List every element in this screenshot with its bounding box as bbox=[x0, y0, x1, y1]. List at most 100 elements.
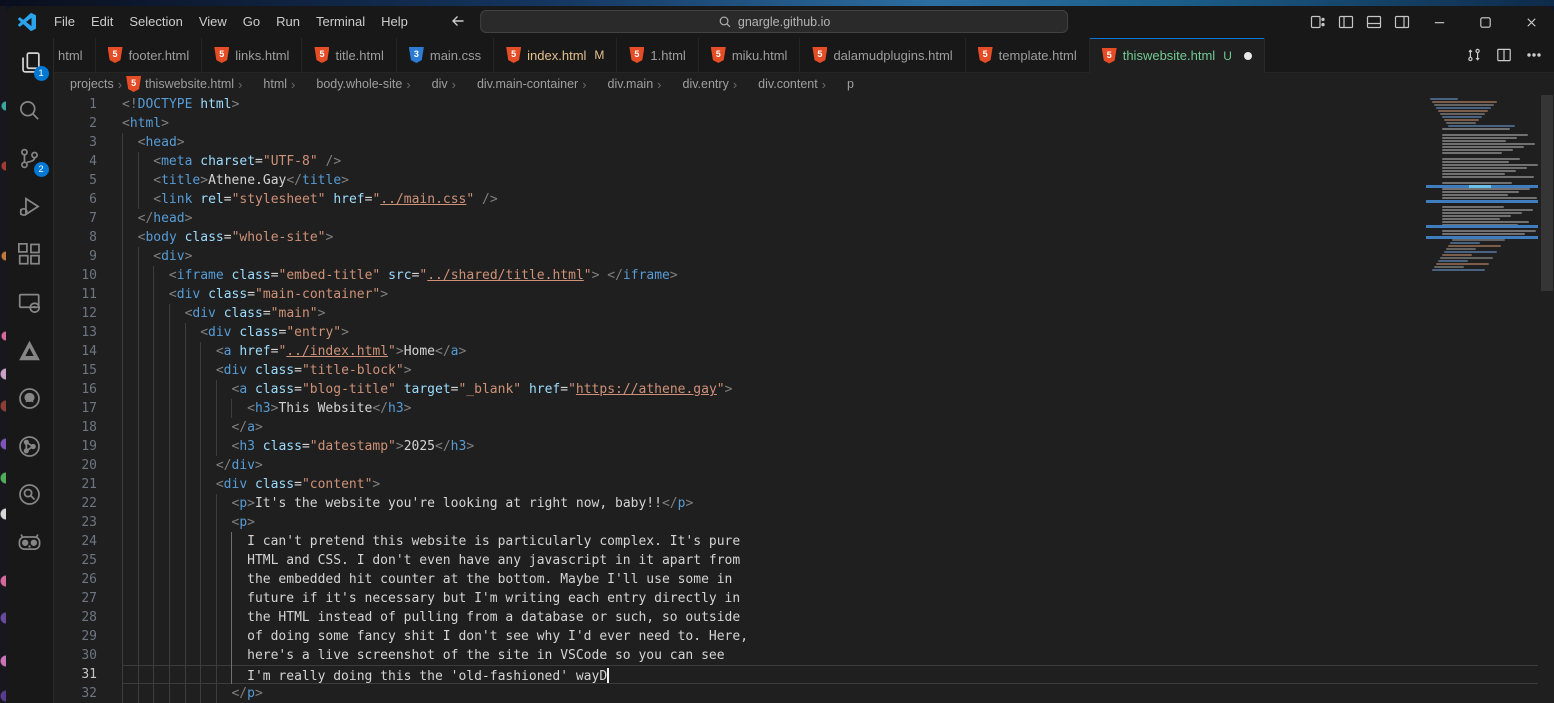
line-number[interactable]: 20 bbox=[54, 456, 122, 475]
line-number[interactable]: 17 bbox=[54, 399, 122, 418]
line-number[interactable]: 18 bbox=[54, 418, 122, 437]
line-content[interactable]: <title>Athene.Gay</title> bbox=[122, 171, 1538, 190]
line-number[interactable]: 5 bbox=[54, 171, 122, 190]
line-number[interactable]: 26 bbox=[54, 570, 122, 589]
line-number[interactable]: 2 bbox=[54, 114, 122, 133]
breadcrumb-item[interactable]: html bbox=[246, 77, 287, 91]
minimize-button[interactable] bbox=[1416, 6, 1462, 38]
line-content[interactable]: <div class="main"> bbox=[122, 304, 1538, 323]
menu-terminal[interactable]: Terminal bbox=[308, 11, 373, 33]
toggle-primary-sidebar-button[interactable] bbox=[1332, 9, 1360, 35]
line-content[interactable]: <div class="entry"> bbox=[122, 323, 1538, 342]
activitybar-a-extension[interactable] bbox=[6, 326, 54, 374]
line-number[interactable]: 11 bbox=[54, 285, 122, 304]
line-content[interactable]: <div class="main-container"> bbox=[122, 285, 1538, 304]
line-content[interactable]: </p> bbox=[122, 684, 1538, 703]
tab-miku.html[interactable]: 5miku.html bbox=[699, 38, 801, 72]
line-content[interactable]: <div class="content"> bbox=[122, 475, 1538, 494]
line-content[interactable]: <head> bbox=[122, 133, 1538, 152]
line-content[interactable]: <body class="whole-site"> bbox=[122, 228, 1538, 247]
menu-run[interactable]: Run bbox=[268, 11, 308, 33]
tab-dalamudplugins.html[interactable]: 5dalamudplugins.html bbox=[800, 38, 965, 72]
line-content[interactable]: <meta charset="UTF-8" /> bbox=[122, 152, 1538, 171]
breadcrumb-item[interactable]: div.main bbox=[591, 77, 654, 91]
line-number[interactable]: 1 bbox=[54, 95, 122, 114]
line-number[interactable]: 21 bbox=[54, 475, 122, 494]
menu-file[interactable]: File bbox=[46, 11, 83, 33]
line-number[interactable]: 13 bbox=[54, 323, 122, 342]
line-number[interactable]: 16 bbox=[54, 380, 122, 399]
line-number[interactable]: 29 bbox=[54, 627, 122, 646]
line-number[interactable]: 12 bbox=[54, 304, 122, 323]
menu-go[interactable]: Go bbox=[235, 11, 268, 33]
line-number[interactable]: 4 bbox=[54, 152, 122, 171]
split-editor-button[interactable] bbox=[1496, 47, 1512, 63]
menu-help[interactable]: Help bbox=[373, 11, 416, 33]
line-number[interactable]: 25 bbox=[54, 551, 122, 570]
line-number[interactable]: 31 bbox=[54, 665, 122, 684]
breadcrumb-item[interactable]: 5thiswebsite.html bbox=[126, 76, 234, 92]
close-button[interactable] bbox=[1508, 6, 1554, 38]
command-center-search[interactable]: gnargle.github.io bbox=[480, 10, 1068, 33]
maximize-button[interactable] bbox=[1462, 6, 1508, 38]
line-number[interactable]: 30 bbox=[54, 646, 122, 665]
line-number[interactable]: 28 bbox=[54, 608, 122, 627]
line-number[interactable]: 6 bbox=[54, 190, 122, 209]
activitybar-source-control[interactable]: 2 bbox=[6, 134, 54, 182]
customize-layout-button[interactable] bbox=[1304, 9, 1332, 35]
line-content[interactable]: the HTML instead of pulling from a datab… bbox=[122, 608, 1538, 627]
minimap[interactable] bbox=[1426, 98, 1538, 703]
line-content[interactable]: <html> bbox=[122, 114, 1538, 133]
toggle-panel-button[interactable] bbox=[1360, 9, 1388, 35]
scrollbar-thumb[interactable] bbox=[1541, 95, 1553, 291]
menu-selection[interactable]: Selection bbox=[121, 11, 190, 33]
line-number[interactable]: 23 bbox=[54, 513, 122, 532]
line-content[interactable]: <!DOCTYPE html> bbox=[122, 95, 1538, 114]
line-content[interactable]: I can't pretend this website is particul… bbox=[122, 532, 1538, 551]
toggle-secondary-sidebar-button[interactable] bbox=[1388, 9, 1416, 35]
line-content[interactable]: HTML and CSS. I don't even have any java… bbox=[122, 551, 1538, 570]
breadcrumb-item[interactable]: body.whole-site bbox=[299, 77, 402, 91]
line-content[interactable]: of doing some fancy shit I don't see why… bbox=[122, 627, 1538, 646]
line-number[interactable]: 10 bbox=[54, 266, 122, 285]
activitybar-code-search[interactable] bbox=[6, 470, 54, 518]
line-content[interactable]: <p>It's the website you're looking at ri… bbox=[122, 494, 1538, 513]
activitybar-run-and-debug[interactable] bbox=[6, 182, 54, 230]
tab-html[interactable]: html bbox=[54, 38, 96, 72]
breadcrumb-item[interactable]: div bbox=[415, 77, 448, 91]
menu-edit[interactable]: Edit bbox=[83, 11, 121, 33]
line-number[interactable]: 15 bbox=[54, 361, 122, 380]
activitybar-github[interactable] bbox=[6, 374, 54, 422]
breadcrumb-item[interactable]: div.content bbox=[741, 77, 818, 91]
tab-1.html[interactable]: 51.html bbox=[617, 38, 698, 72]
activitybar-search[interactable] bbox=[6, 86, 54, 134]
breadcrumb-item[interactable]: p bbox=[830, 77, 854, 91]
tab-thiswebsite.html[interactable]: 5thiswebsite.htmlU bbox=[1090, 38, 1265, 73]
line-content[interactable]: <p> bbox=[122, 513, 1538, 532]
line-number[interactable]: 3 bbox=[54, 133, 122, 152]
line-content[interactable]: <a href="../index.html">Home</a> bbox=[122, 342, 1538, 361]
line-number[interactable]: 27 bbox=[54, 589, 122, 608]
line-content[interactable]: here's a live screenshot of the site in … bbox=[122, 646, 1538, 665]
tab-main.css[interactable]: 3main.css bbox=[397, 38, 494, 72]
activitybar-git-graph[interactable] bbox=[6, 422, 54, 470]
code-editor[interactable]: 1<!DOCTYPE html>2<html>3<head>4<meta cha… bbox=[54, 95, 1554, 703]
activitybar-remote-explorer[interactable] bbox=[6, 278, 54, 326]
line-number[interactable]: 19 bbox=[54, 437, 122, 456]
editor-scrollbar[interactable] bbox=[1540, 95, 1554, 703]
menu-view[interactable]: View bbox=[191, 11, 235, 33]
line-content[interactable]: </div> bbox=[122, 456, 1538, 475]
tab-template.html[interactable]: 5template.html bbox=[966, 38, 1090, 72]
line-number[interactable]: 7 bbox=[54, 209, 122, 228]
line-content[interactable]: <a class="blog-title" target="_blank" hr… bbox=[122, 380, 1538, 399]
breadcrumb-item[interactable]: div.entry bbox=[666, 77, 729, 91]
tab-title.html[interactable]: 5title.html bbox=[302, 38, 396, 72]
line-content[interactable]: future if it's necessary but I'm writing… bbox=[122, 589, 1538, 608]
line-content[interactable]: </a> bbox=[122, 418, 1538, 437]
line-number[interactable]: 8 bbox=[54, 228, 122, 247]
open-changes-button[interactable] bbox=[1466, 47, 1482, 63]
activitybar-explorer[interactable]: 1 bbox=[6, 38, 54, 86]
line-content[interactable]: the embedded hit counter at the bottom. … bbox=[122, 570, 1538, 589]
activitybar-godot-tools[interactable] bbox=[6, 518, 54, 566]
tab-index.html[interactable]: 5index.htmlM bbox=[494, 38, 617, 72]
